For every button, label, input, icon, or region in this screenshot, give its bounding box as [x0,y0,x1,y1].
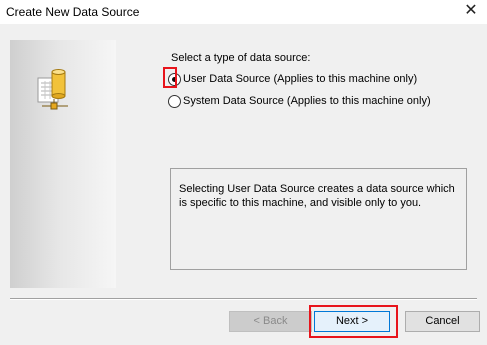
prompt-label: Select a type of data source: [171,52,311,64]
database-network-icon [37,69,68,110]
button-separator [10,298,477,300]
user-data-source-radio[interactable] [168,72,181,86]
side-panel [10,40,116,288]
title-bar: Create New Data Source ✕ [0,0,487,24]
close-icon: ✕ [464,2,478,19]
back-button[interactable]: < Back [229,311,312,332]
dialog-title: Create New Data Source [6,5,140,19]
system-data-source-radio[interactable] [168,94,181,108]
user-data-source-label: User Data Source (Applies to this machin… [183,73,418,85]
close-button[interactable]: ✕ [461,1,481,21]
system-data-source-label: System Data Source (Applies to this mach… [183,95,431,107]
system-data-source-option[interactable]: System Data Source (Applies to this mach… [168,93,431,109]
description-box: Selecting User Data Source creates a dat… [170,168,467,270]
cancel-button[interactable]: Cancel [405,311,480,332]
next-button[interactable]: Next > [314,311,390,332]
create-data-source-dialog: Create New Data Source ✕ Select a type o… [0,0,487,345]
description-text: Selecting User Data Source creates a dat… [179,183,455,209]
user-data-source-option[interactable]: User Data Source (Applies to this machin… [168,71,417,87]
